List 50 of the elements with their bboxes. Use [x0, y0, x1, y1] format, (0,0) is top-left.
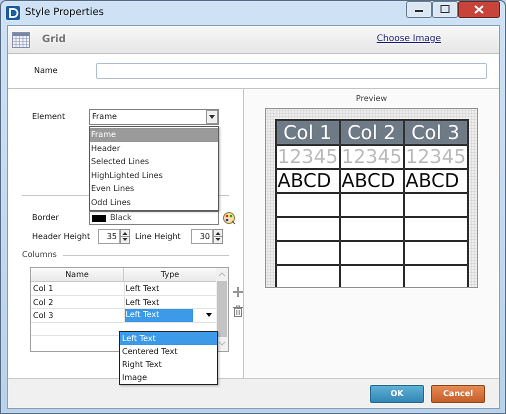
line-height-field[interactable]: 30: [191, 229, 213, 244]
dropdown-option[interactable]: Header: [90, 142, 218, 155]
header-height-field[interactable]: 35: [98, 229, 120, 244]
preview-cell-text: ABCD: [404, 170, 460, 192]
name-label: Name: [34, 65, 59, 77]
add-icon[interactable]: [233, 287, 243, 297]
maximize-button[interactable]: [432, 1, 458, 18]
preview-cell: 12345: [276, 146, 340, 168]
scrollbar[interactable]: [216, 268, 228, 351]
dropdown-option[interactable]: Odd Lines: [90, 196, 218, 209]
preview-cell: 12345: [404, 146, 466, 168]
table-cell-text: Left Text: [124, 296, 160, 308]
spinner-arrows-icon[interactable]: [213, 229, 223, 244]
column-header[interactable]: Name: [31, 268, 124, 281]
section-title: Grid: [42, 33, 66, 47]
border-label: Border: [32, 212, 60, 224]
preview-header-cell: Col 2: [340, 121, 404, 144]
border-color-dropdown[interactable]: Black: [89, 211, 219, 225]
minimize-button[interactable]: [406, 1, 432, 18]
line-height-label: Line Height: [135, 230, 182, 242]
element-label: Element: [32, 111, 66, 123]
table-cell-text: Left Text: [124, 283, 160, 294]
palette-icon[interactable]: [222, 212, 236, 224]
preview-cell: ABCD: [340, 170, 404, 192]
dropdown-option[interactable]: Even Lines: [90, 182, 218, 196]
dropdown-option[interactable]: HighLighted Lines: [90, 168, 218, 182]
preview-cell: ABCD: [276, 170, 340, 192]
window-title: Style Properties: [25, 6, 104, 20]
columns-label: Columns: [22, 249, 57, 261]
dropdown-arrow-icon: [205, 312, 213, 318]
close-button[interactable]: [458, 1, 500, 18]
header-height-label: Header Height: [32, 230, 92, 242]
spinner-arrows-icon[interactable]: [120, 229, 130, 244]
grid-icon: [12, 32, 30, 48]
element-dropdown[interactable]: Frame: [89, 109, 219, 125]
table-cell: Col 1: [31, 282, 124, 294]
dropdown-option[interactable]: Selected Lines: [90, 155, 218, 168]
table-cell: Col 2: [31, 296, 124, 308]
dropdown-option[interactable]: Image: [120, 371, 217, 384]
choose-image-link[interactable]: Choose Image: [376, 32, 441, 46]
column-header[interactable]: Type: [124, 268, 216, 281]
dropdown-option[interactable]: Centered Text: [120, 345, 217, 358]
delete-icon[interactable]: [233, 305, 243, 317]
preview-cell: 12345: [340, 146, 404, 168]
app-logo-icon: [6, 6, 20, 20]
preview-header-cell: Col 1: [276, 121, 340, 144]
preview-header-cell-text: Col 3: [410, 121, 461, 144]
dropdown-option[interactable]: Right Text: [120, 358, 217, 371]
name-field[interactable]: [96, 63, 487, 79]
preview-label: Preview: [356, 93, 388, 105]
